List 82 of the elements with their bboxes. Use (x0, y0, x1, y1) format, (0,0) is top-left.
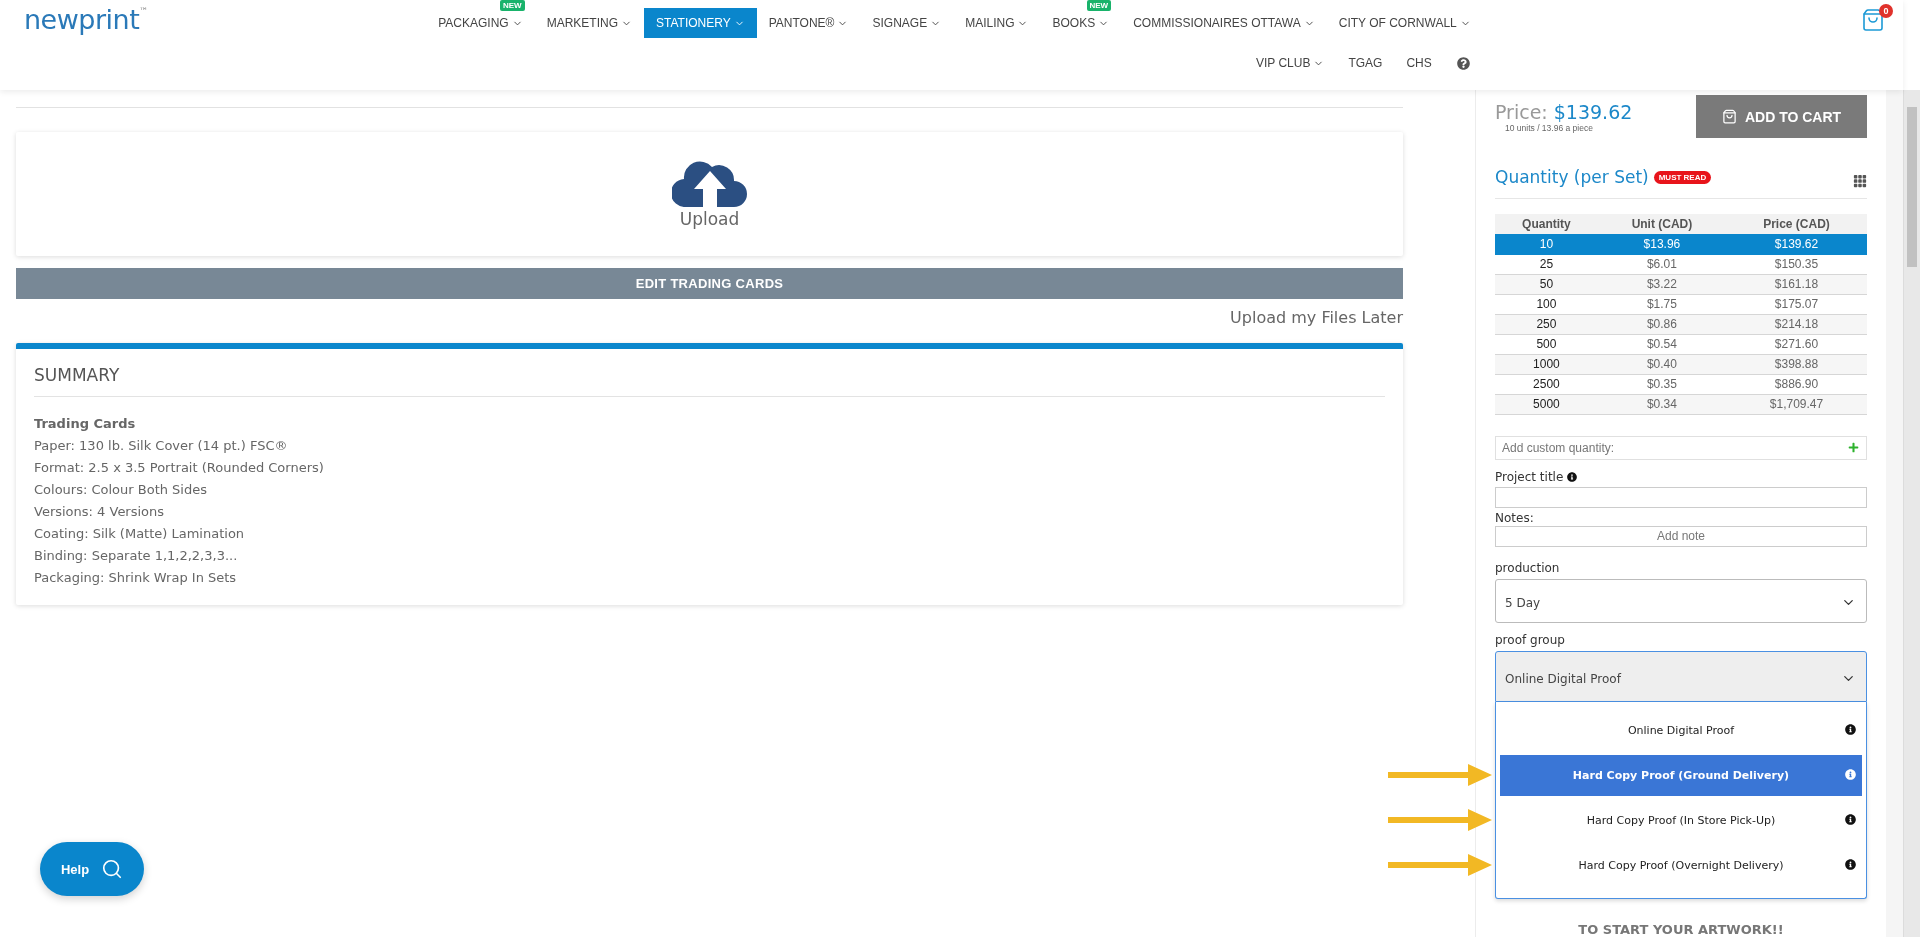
info-icon[interactable] (1845, 814, 1856, 825)
nav-menu-item[interactable]: PANTONE® (756, 8, 861, 38)
price-detail: 10 units / 13.96 a piece (1505, 123, 1594, 133)
info-icon[interactable] (1845, 859, 1856, 870)
proof-option[interactable]: Online Digital Proof (1500, 710, 1862, 751)
download-template-text[interactable]: TO START YOUR ARTWORK!! (1495, 922, 1867, 937)
nav-menu-item[interactable]: BOOKS (1040, 8, 1122, 38)
plus-icon[interactable] (1848, 441, 1859, 453)
notes-label: Notes: (1495, 510, 1535, 525)
add-note-button[interactable]: Add note (1495, 525, 1867, 547)
table-cell[interactable]: $139.62 (1726, 234, 1867, 254)
table-cell[interactable]: 100 (1495, 294, 1598, 314)
newprint-logo[interactable]: newprint$^{™}$ (24, 4, 148, 35)
table-cell[interactable]: $271.60 (1726, 334, 1867, 354)
table-cell[interactable]: $398.88 (1726, 354, 1867, 374)
table-cell[interactable]: $214.18 (1726, 314, 1867, 334)
column-header: Quantity (1495, 214, 1598, 234)
nav-menu-item[interactable]: CHS (1394, 48, 1444, 78)
info-icon[interactable] (1845, 724, 1856, 735)
column-header: Price (CAD) (1726, 214, 1867, 234)
help-button[interactable]: Help (40, 842, 144, 896)
table-cell[interactable]: 250 (1495, 314, 1598, 334)
summary-line: Packaging: Shrink Wrap In Sets (34, 569, 238, 587)
summary-line: Format: 2.5 x 3.5 Portrait (Rounded Corners) (34, 459, 325, 477)
nav-menu-item[interactable]: MAILING (953, 8, 1041, 38)
table-cell[interactable]: 5000 (1495, 394, 1598, 414)
production-select[interactable]: 5 Day (1495, 578, 1867, 623)
nav-menu-item[interactable]: STATIONERY (644, 8, 757, 38)
nav-menu-item[interactable]: PACKAGING (426, 8, 535, 38)
bag-icon (1721, 109, 1737, 124)
price-value: $139.62 (1553, 101, 1633, 123)
summary-line: Paper: 130 lb. Silk Cover (14 pt.) FSC® (34, 437, 289, 455)
proof-option[interactable]: Hard Copy Proof (Overnight Delivery) (1500, 845, 1862, 886)
table-cell[interactable]: $886.90 (1726, 374, 1867, 394)
proof-group-select[interactable]: Online Digital Proof (1495, 651, 1867, 702)
summary-line: Versions: 4 Versions (34, 503, 166, 521)
table-cell[interactable]: 500 (1495, 334, 1598, 354)
upload-card[interactable]: Upload (16, 132, 1403, 256)
table-cell[interactable]: $175.07 (1726, 294, 1867, 314)
nav-menu-item[interactable]: MARKETING (534, 8, 644, 38)
table-cell[interactable]: $1,709.47 (1726, 394, 1867, 414)
column-header: Unit (CAD) (1597, 214, 1727, 234)
proof-group-label: proof group (1495, 633, 1566, 647)
proof-option[interactable]: Hard Copy Proof (In Store Pick-Up) (1500, 800, 1862, 841)
table-cell[interactable]: $150.35 (1726, 254, 1867, 274)
nav-menu-item[interactable]: COMMISSIONAIRES OTTAWA (1121, 8, 1327, 38)
table-cell[interactable]: 2500 (1495, 374, 1598, 394)
summary-line: Binding: Separate 1,1,2,2,3,3... (34, 547, 239, 565)
scrollbar[interactable] (1903, 90, 1920, 937)
product-name: Trading Cards (34, 415, 137, 433)
search-icon (101, 858, 124, 880)
table-cell[interactable]: $161.18 (1726, 274, 1867, 294)
cloud-upload-icon (671, 159, 748, 207)
summary-line: Coating: Silk (Matte) Lamination (34, 525, 246, 543)
nav-menu-item[interactable]: SIGNAGE (860, 8, 954, 38)
table-cell[interactable]: 1000 (1495, 354, 1598, 374)
custom-quantity-field[interactable]: Add custom quantity: (1495, 435, 1867, 460)
table-cell[interactable]: 25 (1495, 254, 1598, 274)
must-read-badge[interactable]: MUST READ (1653, 170, 1712, 184)
nav-menu-item[interactable]: TGAG (1336, 48, 1395, 78)
table-cell[interactable]: 10 (1495, 234, 1598, 254)
new-badge: NEW (1086, 0, 1112, 11)
edit-trading-cards-button[interactable]: EDIT TRADING CARDS (16, 268, 1403, 299)
project-title-label: Project title (1495, 469, 1867, 484)
upload-label: Upload (679, 209, 740, 229)
summary-line: Colours: Colour Both Sides (34, 481, 208, 499)
upload-later-link[interactable]: Upload my Files Later (1230, 308, 1403, 327)
info-icon[interactable] (1567, 471, 1578, 482)
summary-title: SUMMARY (34, 365, 1385, 397)
project-title-field[interactable] (1495, 486, 1867, 508)
nav-menu-item[interactable]: VIP CLUB (1243, 48, 1337, 78)
add-to-cart-button[interactable]: ADD TO CART (1696, 95, 1867, 138)
quantity-title: Quantity (per Set) (1495, 167, 1649, 187)
price-label: Price: (1495, 101, 1548, 123)
table-cell[interactable]: $13.96 (1597, 234, 1727, 254)
cart-count: 0 (1879, 4, 1893, 18)
nav-menu-item[interactable]: CITY OF CORNWALL (1326, 8, 1483, 38)
cart-icon[interactable] (1861, 8, 1885, 32)
new-badge: NEW (500, 0, 525, 11)
table-cell[interactable]: 50 (1495, 274, 1598, 294)
production-label: production (1495, 560, 1561, 575)
grid-icon[interactable] (1853, 174, 1867, 188)
